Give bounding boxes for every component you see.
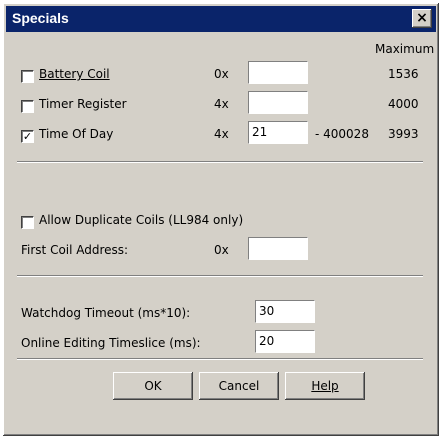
time-of-day-range: - 400028 bbox=[315, 127, 369, 141]
online-editing-timeslice-input[interactable]: 20 bbox=[255, 330, 315, 353]
battery-coil-checkbox[interactable] bbox=[21, 70, 34, 83]
time-of-day-prefix: 4x bbox=[214, 127, 229, 141]
title-bar[interactable]: Specials × bbox=[6, 6, 436, 32]
watchdog-timeout-input[interactable]: 30 bbox=[255, 300, 315, 323]
time-of-day-checkbox[interactable]: ✓ bbox=[21, 130, 34, 143]
first-coil-address-label: First Coil Address: bbox=[21, 243, 129, 257]
separator bbox=[17, 161, 423, 163]
timer-register-checkbox[interactable] bbox=[21, 100, 34, 113]
separator bbox=[17, 358, 423, 360]
help-button[interactable]: Help bbox=[285, 372, 365, 400]
specials-dialog: Specials × Maximum Battery Coil 0x 1536 … bbox=[3, 3, 439, 436]
time-of-day-label: Time Of Day bbox=[39, 127, 114, 141]
online-editing-timeslice-label: Online Editing Timeslice (ms): bbox=[21, 336, 201, 350]
time-of-day-input[interactable]: 21 bbox=[248, 121, 308, 144]
timer-register-prefix: 4x bbox=[214, 97, 229, 111]
first-coil-prefix: 0x bbox=[214, 243, 229, 257]
battery-coil-maximum: 1536 bbox=[388, 67, 419, 81]
allow-duplicate-coils-label: Allow Duplicate Coils (LL984 only) bbox=[39, 213, 244, 227]
maximum-header: Maximum bbox=[375, 42, 435, 56]
cancel-button[interactable]: Cancel bbox=[199, 372, 279, 400]
separator bbox=[17, 275, 423, 277]
time-of-day-maximum: 3993 bbox=[388, 127, 419, 141]
battery-coil-prefix: 0x bbox=[214, 67, 229, 81]
battery-coil-input[interactable] bbox=[248, 61, 308, 84]
timer-register-label: Timer Register bbox=[39, 97, 127, 111]
allow-duplicate-coils-checkbox[interactable] bbox=[21, 216, 34, 229]
first-coil-address-input[interactable] bbox=[248, 237, 308, 260]
timer-register-maximum: 4000 bbox=[388, 97, 419, 111]
timer-register-input[interactable] bbox=[248, 91, 308, 114]
battery-coil-label: Battery Coil bbox=[39, 67, 110, 81]
watchdog-timeout-label: Watchdog Timeout (ms*10): bbox=[21, 306, 191, 320]
close-button[interactable]: × bbox=[412, 9, 432, 28]
dialog-title: Specials bbox=[12, 10, 69, 26]
ok-button[interactable]: OK bbox=[113, 372, 193, 400]
